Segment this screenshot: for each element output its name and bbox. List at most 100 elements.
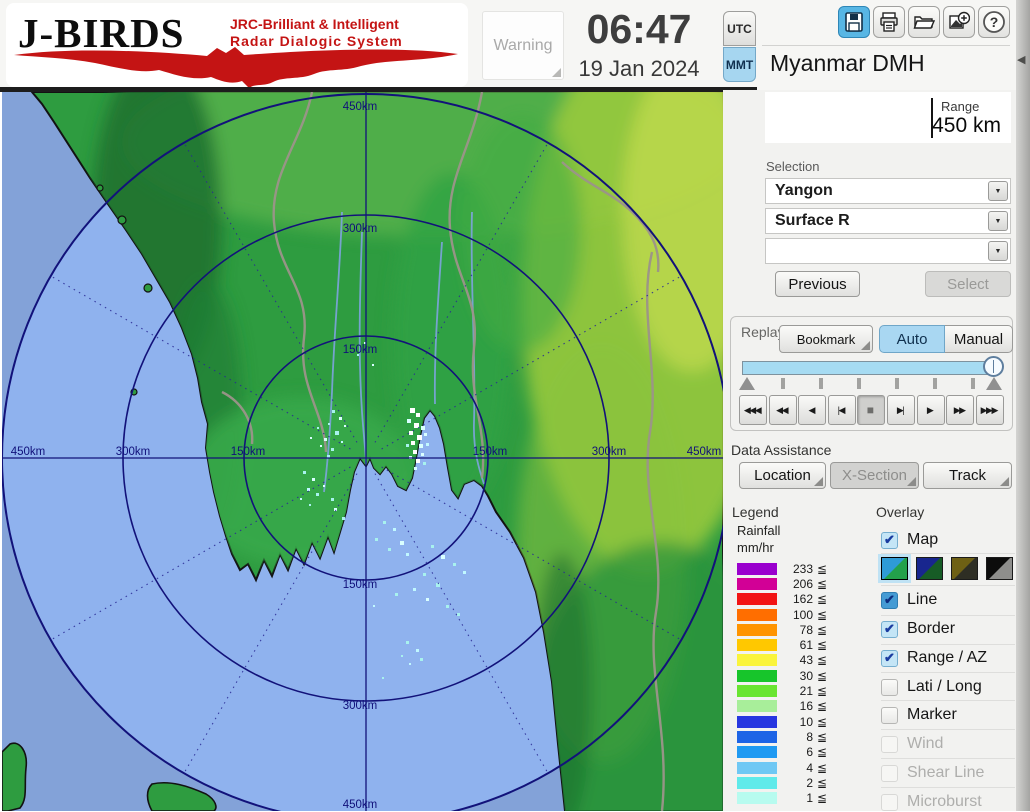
slider-tick [895,378,899,389]
overlay-row-border[interactable]: ✔ Border [881,619,1015,639]
map-style-swatch-1[interactable] [881,557,908,580]
checkbox-border[interactable]: ✔ [881,621,898,638]
svg-text:?: ? [990,14,999,30]
slider-tick [857,378,861,389]
legend-row: 61≦ [737,637,857,652]
legend-swatch [737,609,777,621]
chevron-down-icon[interactable]: ▼ [988,211,1008,231]
slider-start-marker[interactable] [739,377,755,390]
panel-divider [762,45,1010,46]
checkbox-map[interactable]: ✔ [881,532,898,549]
save-icon [843,11,865,33]
checkbox-range-az[interactable]: ✔ [881,650,898,667]
checkbox-line[interactable]: ✔ [881,592,898,609]
stop-button[interactable]: ■ [857,395,885,425]
overlay-row-line[interactable]: ✔ Line [881,590,1015,610]
print-button[interactable] [873,6,905,38]
range-display: Range 450 km [765,92,1011,143]
open-folder-button[interactable] [908,6,940,38]
rewind-fastest-button[interactable]: ◀◀◀ [739,395,767,425]
step-back-button[interactable]: |◀ [828,395,856,425]
xsection-button[interactable]: X-Section [830,462,919,489]
checkbox-lati-long[interactable]: ✔ [881,679,898,696]
legend-row: 6≦ [737,745,857,760]
checkbox-microburst: ✔ [881,794,898,811]
legend-row: 10≦ [737,714,857,729]
corner-menu-icon [1000,477,1009,486]
overlay-row-marker[interactable]: ✔ Marker [881,705,1015,725]
legend-swatch [737,777,777,789]
overlay-row-lati-long[interactable]: ✔ Lati / Long [881,677,1015,697]
extra-dropdown[interactable]: ▼ [765,238,1011,264]
legend-row: 162≦ [737,592,857,607]
range-ring-label: 300km [343,223,378,235]
legend-row: 21≦ [737,683,857,698]
timezone-utc-button[interactable]: UTC [723,11,756,46]
data-assistance-label: Data Assistance [731,442,831,458]
legend-swatch [737,654,777,666]
range-ring-label: 450km [343,799,378,811]
site-dropdown[interactable]: Yangon ▼ [765,178,1011,204]
corner-menu-icon [907,477,916,486]
slider-end-marker[interactable] [986,377,1002,390]
legend-swatch [737,700,777,712]
help-button[interactable]: ? [978,6,1010,38]
legend-row: 16≦ [737,699,857,714]
screen-capture-button[interactable] [943,6,975,38]
range-ring-label: 150km [473,446,508,458]
bookmark-label: Bookmark [797,332,856,347]
overlay-row-map[interactable]: ✔ Map [881,530,1015,550]
legend-row: 206≦ [737,576,857,591]
window-edge-scroll-strip[interactable] [1016,0,1030,811]
transport-controls: ◀◀◀ ◀◀ ◀ |◀ ■ ▶| ▶ ▶▶ ▶▶▶ [739,395,1009,426]
chevron-down-icon[interactable]: ▼ [988,181,1008,201]
legend-row: 43≦ [737,653,857,668]
select-button[interactable]: Select [925,271,1011,297]
play-reverse-button[interactable]: ◀ [798,395,826,425]
map-style-swatch-4[interactable] [986,557,1013,580]
timezone-mmt-button[interactable]: MMT [723,47,756,82]
forward-fastest-button[interactable]: ▶▶▶ [976,395,1004,425]
range-value: 450 km [932,114,1001,138]
checkbox-marker[interactable]: ✔ [881,707,898,724]
product-dropdown[interactable]: Surface R ▼ [765,208,1011,234]
legend-row: 2≦ [737,775,857,790]
map-style-row [881,557,1021,580]
play-button[interactable]: ▶ [917,395,945,425]
manual-mode-button[interactable]: Manual [945,325,1013,353]
legend-row: 78≦ [737,622,857,637]
step-forward-button[interactable]: ▶| [887,395,915,425]
checkbox-wind: ✔ [881,736,898,753]
replay-progress-handle[interactable] [983,356,1004,377]
location-label: Location [754,467,811,484]
replay-group: Replay Bookmark Auto Manual ◀◀◀ ◀◀ ◀ |◀ … [730,316,1013,431]
panel-collapse-arrow-icon[interactable]: ◀ [1017,53,1025,66]
map-style-swatch-3[interactable] [951,557,978,580]
xsection-label: X-Section [842,467,907,484]
bookmark-button[interactable]: Bookmark [779,325,873,353]
previous-button[interactable]: Previous [775,271,860,297]
range-ring-label: 450km [11,446,46,458]
legend-swatch [737,731,777,743]
legend-swatch [737,563,777,575]
radar-map[interactable]: 450km 300km 150km 150km 300km 450km 450k… [2,92,723,811]
corner-menu-icon [861,341,870,350]
overlay-options: ✔ Map ✔ Line ✔ Border ✔ Range / AZ ✔ Lat… [881,530,1015,811]
selection-label: Selection [766,159,819,174]
overlay-row-wind: ✔ Wind [881,734,1015,754]
replay-progress-track[interactable] [742,361,999,375]
chevron-down-icon[interactable]: ▼ [988,241,1008,261]
location-button[interactable]: Location [739,462,826,489]
rewind-fast-button[interactable]: ◀◀ [769,395,797,425]
open-folder-icon [913,11,935,33]
forward-fast-button[interactable]: ▶▶ [946,395,974,425]
map-style-swatch-2[interactable] [916,557,943,580]
range-ring-label: 300km [116,446,151,458]
track-button[interactable]: Track [923,462,1012,489]
save-button[interactable] [838,6,870,38]
overlay-row-microburst: ✔ Microburst [881,792,1015,812]
auto-mode-button[interactable]: Auto [879,325,945,353]
overlay-row-range-az[interactable]: ✔ Range / AZ [881,648,1015,668]
range-ring-label: 150km [343,344,378,356]
legend-unit-line1: Rainfall [737,523,780,538]
